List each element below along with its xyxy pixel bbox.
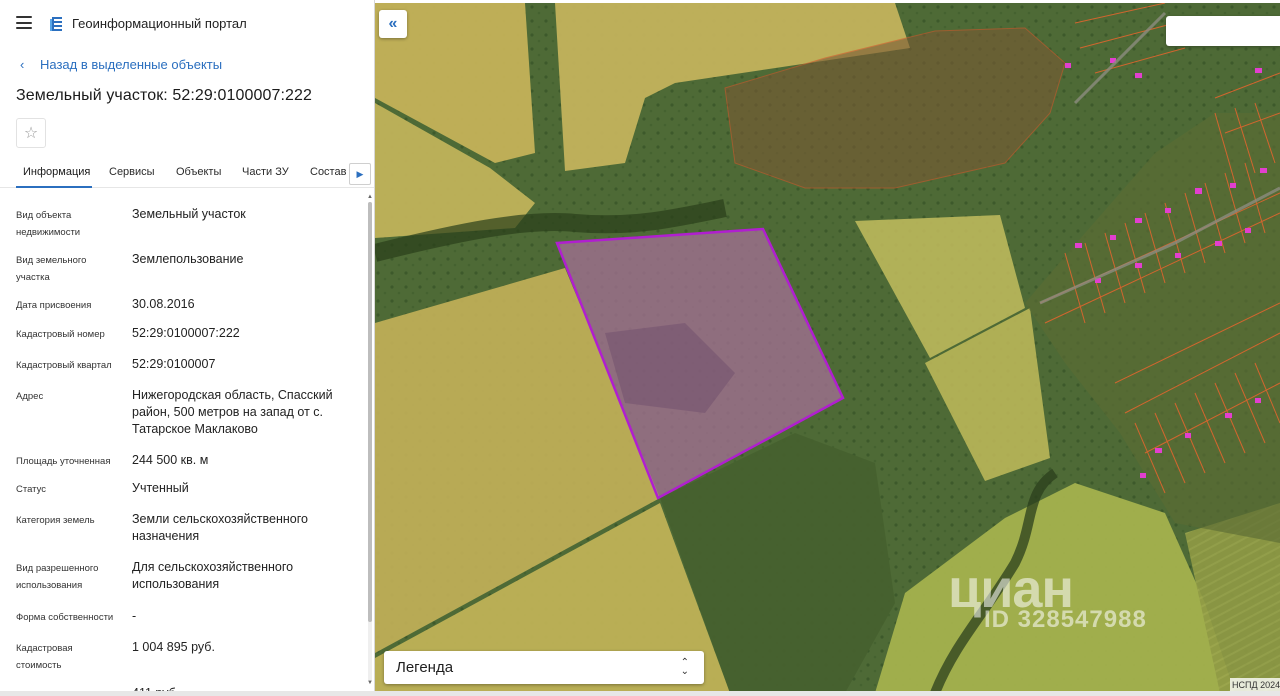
active-tab-indicator bbox=[16, 186, 92, 188]
tab-information[interactable]: Информация bbox=[23, 166, 90, 178]
portal-title: Геоинформационный портал bbox=[72, 16, 247, 31]
legend-label: Легенда bbox=[396, 659, 454, 676]
info-panel: Геоинформационный портал ‹ Назад в выдел… bbox=[0, 0, 375, 696]
watermark-id: ID 328547988 bbox=[984, 606, 1147, 633]
star-icon: ☆ bbox=[23, 125, 39, 142]
tab-services[interactable]: Сервисы bbox=[109, 166, 155, 178]
property-value: 244 500 кв. м bbox=[132, 453, 209, 467]
property-value: Учтенный bbox=[132, 481, 189, 495]
portal-logo-icon bbox=[50, 17, 62, 31]
property-label: Кадастровый квартал bbox=[16, 360, 112, 371]
tab-bar: Информация Сервисы Объекты Части ЗУ Сост… bbox=[0, 158, 374, 188]
tab-objects[interactable]: Объекты bbox=[176, 166, 221, 178]
satellite-imagery bbox=[375, 3, 1280, 693]
property-label: Адрес bbox=[16, 391, 44, 402]
property-label: Вид разрешенного использования bbox=[16, 563, 99, 591]
favorite-button[interactable]: ☆ bbox=[16, 118, 46, 148]
chevron-left-icon: ‹ bbox=[20, 57, 25, 72]
double-chevron-left-icon: « bbox=[388, 15, 398, 32]
tab-composition[interactable]: Состав bbox=[310, 166, 346, 178]
tabs-scroll-right-button[interactable]: ▶ bbox=[349, 163, 371, 185]
object-title: Земельный участок: 52:29:0100007:222 bbox=[16, 87, 313, 104]
properties-list: Вид объекта недвижимости Земельный участ… bbox=[0, 196, 366, 696]
property-value: Нижегородская область, Спасский район, 5… bbox=[132, 388, 333, 436]
property-value: 1 004 895 руб. bbox=[132, 640, 215, 654]
top-bar: Геоинформационный портал bbox=[0, 0, 374, 46]
property-label: Вид объекта недвижимости bbox=[16, 210, 81, 238]
property-value: 30.08.2016 bbox=[132, 297, 195, 311]
bottom-strip bbox=[0, 691, 1280, 696]
map-search-box[interactable] bbox=[1166, 16, 1280, 46]
map-view[interactable] bbox=[375, 3, 1280, 693]
scroll-up-icon[interactable]: ▲ bbox=[367, 194, 373, 200]
property-value: Земли сельскохозяйственного назначения bbox=[132, 512, 308, 543]
property-label: Вид земельного участка bbox=[16, 255, 87, 283]
back-to-selected-link[interactable]: ‹ Назад в выделенные объекты bbox=[20, 57, 222, 72]
menu-icon[interactable] bbox=[16, 16, 32, 29]
back-link-label: Назад в выделенные объекты bbox=[40, 57, 223, 72]
tab-parcel-parts[interactable]: Части ЗУ bbox=[242, 166, 289, 178]
property-value: Для сельскохозяйственного использования bbox=[132, 560, 294, 591]
property-value: Землепользование bbox=[132, 252, 244, 266]
chevron-up-down-icon: ⌃ ⌄ bbox=[680, 657, 689, 677]
properties-scrollbar[interactable]: ▲ ▼ bbox=[366, 194, 374, 690]
property-value: 52:29:0100007:222 bbox=[132, 326, 240, 340]
property-label: Площадь уточненная bbox=[16, 456, 111, 467]
property-label: Статус bbox=[16, 484, 47, 495]
map-copyright: НСПД 2024 bbox=[1230, 678, 1280, 692]
legend-dropdown[interactable]: Легенда ⌃ ⌄ bbox=[384, 651, 704, 684]
property-value: 52:29:0100007 bbox=[132, 357, 216, 371]
app-root: Геоинформационный портал ‹ Назад в выдел… bbox=[0, 0, 1280, 696]
property-label: Дата присвоения bbox=[16, 300, 92, 311]
collapse-panel-button[interactable]: « bbox=[379, 10, 407, 38]
property-label: Категория земель bbox=[16, 515, 95, 526]
property-value: - bbox=[132, 609, 137, 623]
property-label: Форма собственности bbox=[16, 612, 114, 623]
property-label: Кадастровый номер bbox=[16, 329, 105, 340]
scroll-thumb[interactable] bbox=[368, 202, 372, 622]
property-label: Кадастровая стоимость bbox=[16, 643, 73, 671]
scroll-down-icon[interactable]: ▼ bbox=[367, 680, 373, 686]
triangle-right-icon: ▶ bbox=[356, 168, 364, 179]
property-value: Земельный участок bbox=[132, 207, 246, 221]
